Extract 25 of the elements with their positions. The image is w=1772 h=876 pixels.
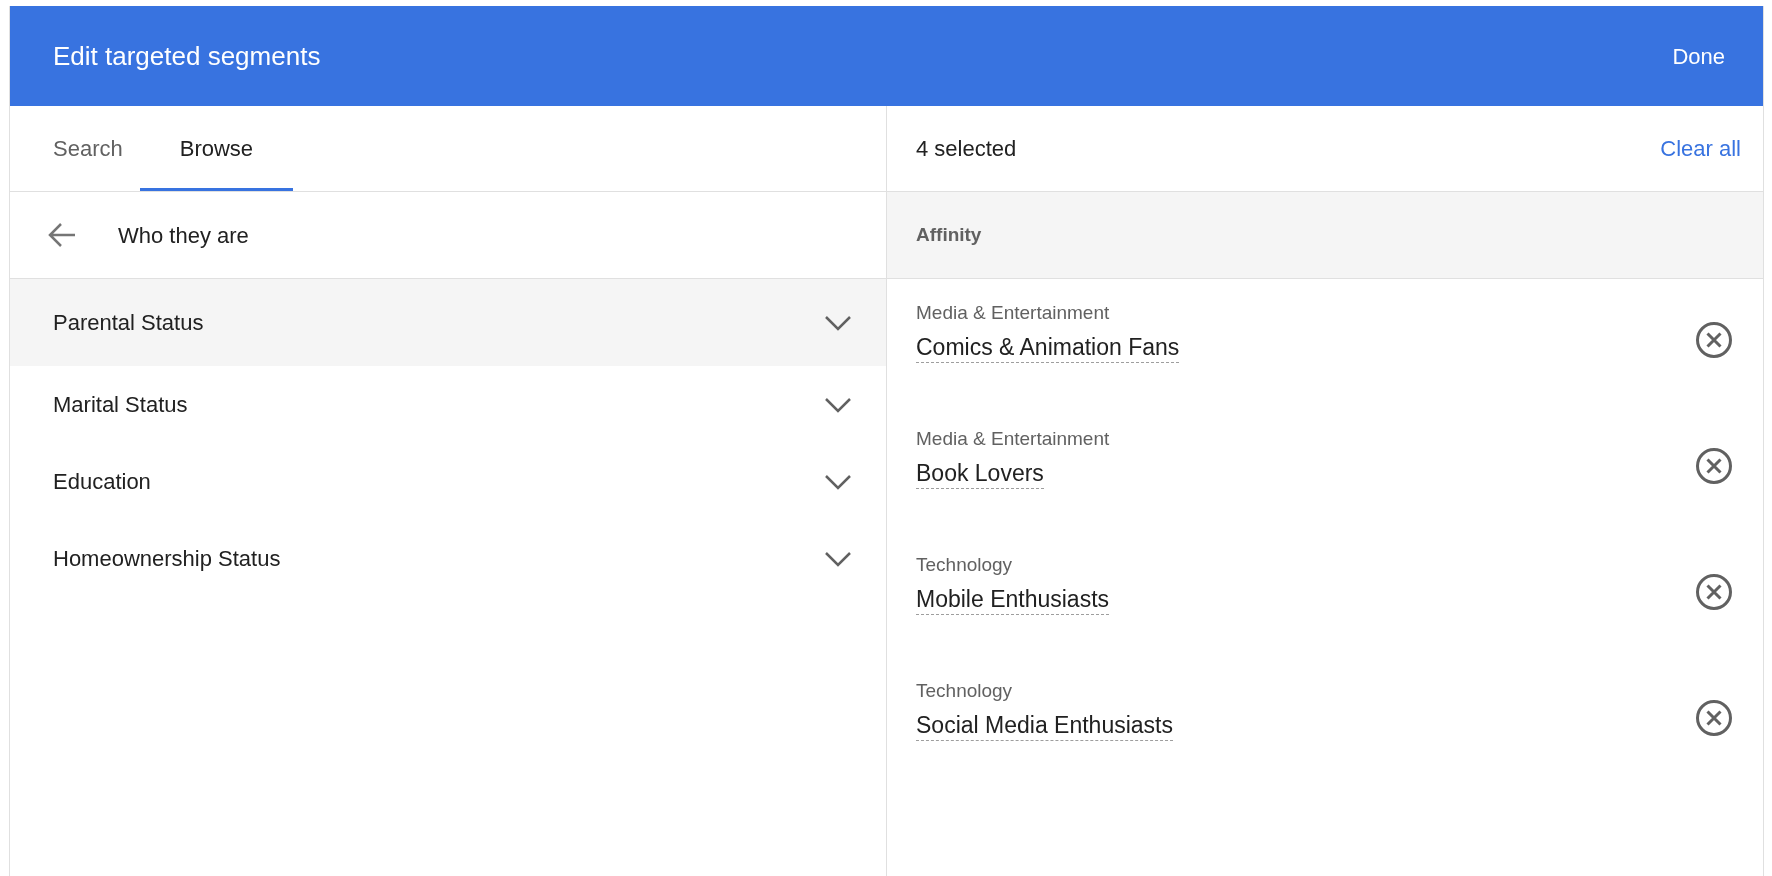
remove-icon[interactable] bbox=[1695, 699, 1733, 737]
tab[interactable]: Browse bbox=[139, 106, 294, 191]
remove-icon[interactable] bbox=[1695, 321, 1733, 359]
dialog-title: Edit targeted segments bbox=[53, 39, 321, 73]
chevron-icon bbox=[824, 550, 852, 567]
tab[interactable]: Search bbox=[36, 106, 140, 191]
chevron-icon bbox=[824, 396, 852, 413]
clear-all-link[interactable]: Clear all bbox=[1660, 132, 1741, 165]
selected-count: 4 selected bbox=[916, 135, 1017, 163]
segment-category: Technology bbox=[916, 553, 1013, 577]
segment-name: Comics & Animation Fans bbox=[916, 331, 1180, 363]
group-label: Affinity bbox=[916, 222, 982, 247]
segment-name: Book Lovers bbox=[916, 457, 1044, 489]
remove-icon[interactable] bbox=[1695, 447, 1733, 485]
segment-name: Mobile Enthusiasts bbox=[916, 583, 1110, 615]
chevron-icon bbox=[824, 314, 852, 331]
segment-category: Technology bbox=[916, 679, 1013, 703]
segment-category: Media & Entertainment bbox=[916, 427, 1110, 451]
segment-category: Media & Entertainment bbox=[916, 301, 1110, 325]
category-row[interactable]: Parental Status bbox=[10, 279, 886, 366]
category-heading: Who they are bbox=[118, 221, 249, 250]
segment-name: Social Media Enthusiasts bbox=[916, 709, 1173, 741]
chevron-icon bbox=[824, 473, 852, 490]
done-button[interactable]: Done bbox=[1664, 35, 1733, 77]
remove-icon[interactable] bbox=[1695, 573, 1733, 611]
